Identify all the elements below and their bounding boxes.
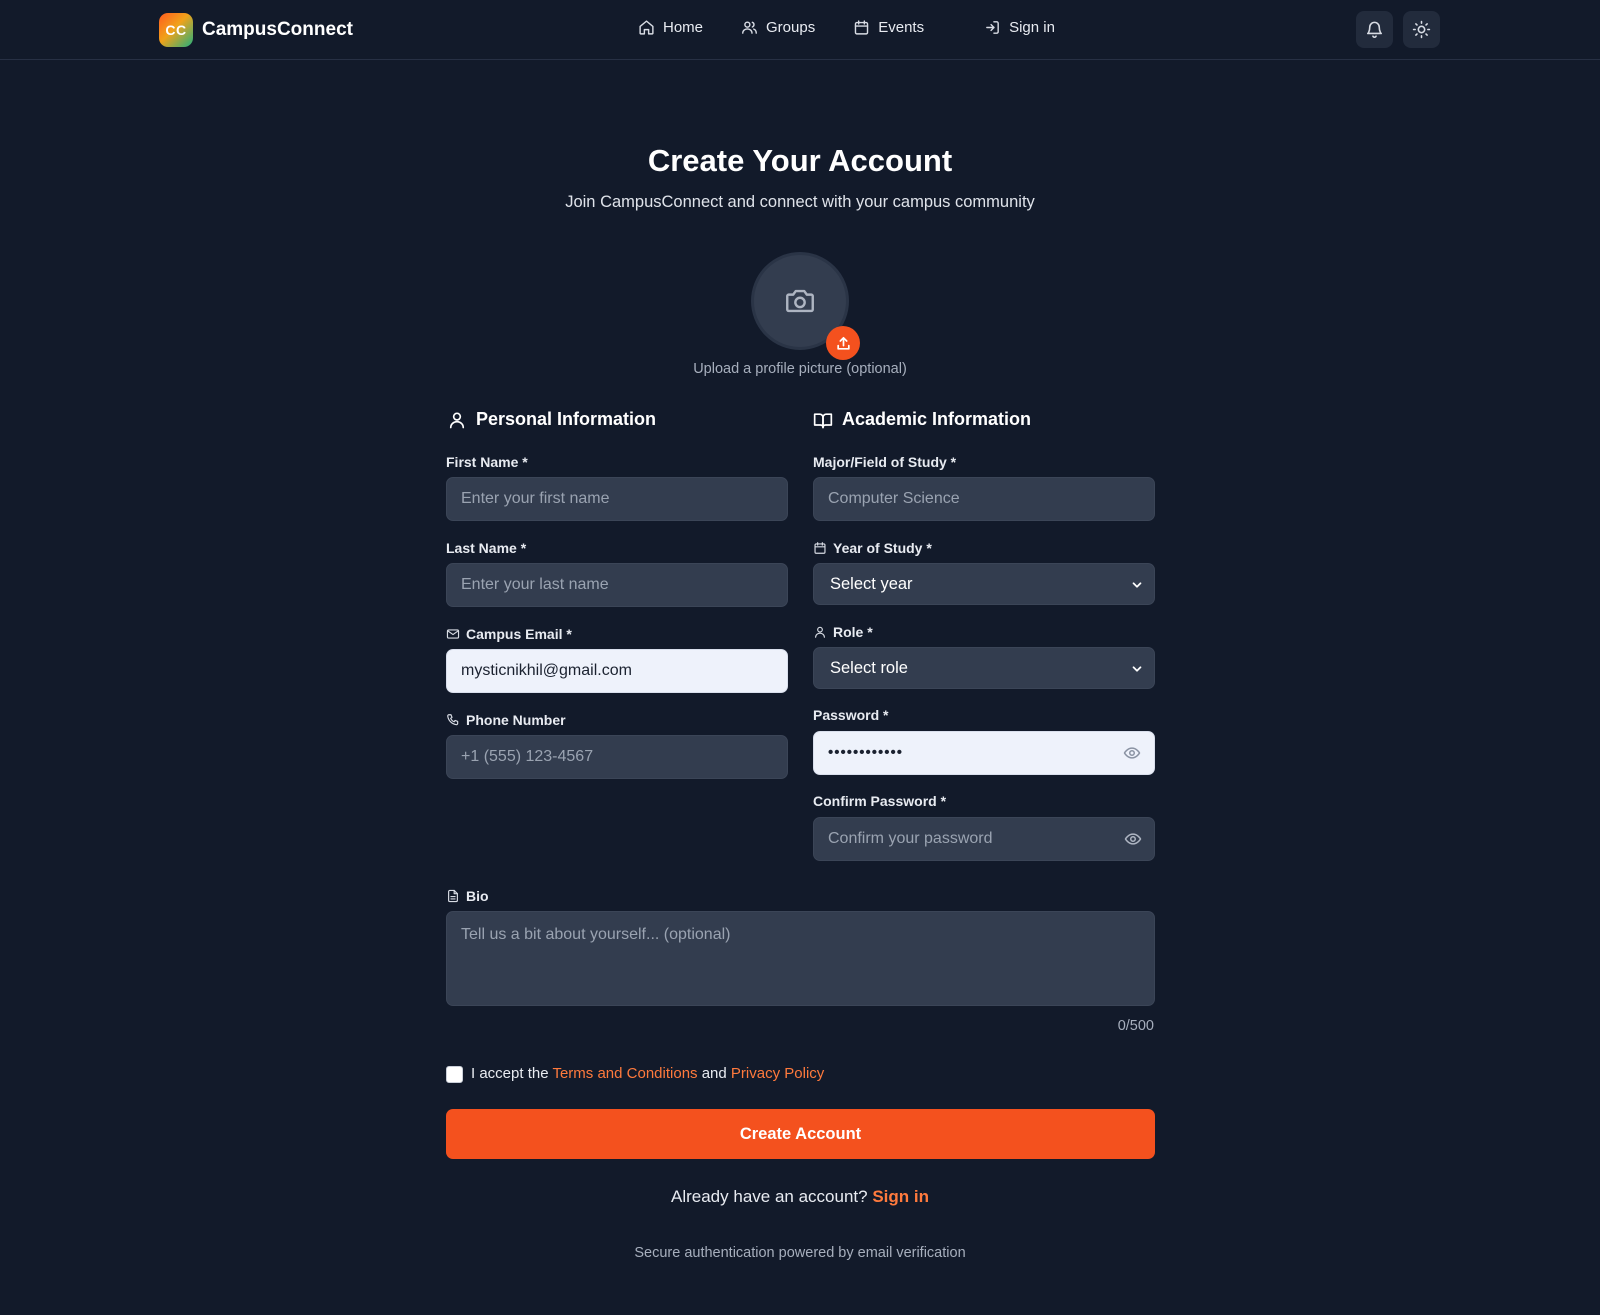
password-input[interactable]: •••••••••••• xyxy=(813,731,1155,775)
confirm-password-label: Confirm Password * xyxy=(813,793,947,809)
nav-events[interactable]: Events xyxy=(853,19,924,36)
bio-textarea[interactable] xyxy=(446,911,1155,1006)
calendar-icon xyxy=(814,542,826,554)
nav-sign-in-label: Sign in xyxy=(1009,19,1055,36)
sign-in-icon xyxy=(986,21,999,34)
nav-groups[interactable]: Groups xyxy=(741,19,815,36)
privacy-policy-link[interactable]: Privacy Policy xyxy=(731,1065,824,1082)
terms-and-conditions-link[interactable]: Terms and Conditions xyxy=(552,1065,697,1082)
phone-number-input[interactable] xyxy=(446,735,788,779)
chevron-down-icon xyxy=(1132,666,1142,672)
book-open-icon xyxy=(813,412,833,428)
confirm-password-input[interactable] xyxy=(813,817,1155,861)
document-icon xyxy=(448,889,458,903)
last-name-input[interactable] xyxy=(446,563,788,607)
sun-icon xyxy=(1412,20,1431,39)
home-icon xyxy=(639,20,654,35)
bio-label: Bio xyxy=(446,888,489,904)
nav-events-label: Events xyxy=(878,19,925,36)
sign-in-prompt: Already have an account? Sign in xyxy=(0,1187,1600,1207)
personal-information-heading: Personal Information xyxy=(447,409,656,430)
upload-photo-button[interactable] xyxy=(826,326,860,360)
major-input[interactable] xyxy=(813,477,1155,521)
terms-text: I accept the Terms and Conditions and Pr… xyxy=(471,1065,824,1082)
eye-icon[interactable] xyxy=(1123,744,1141,762)
page-subtitle: Join CampusConnect and connect with your… xyxy=(565,193,1035,211)
major-label: Major/Field of Study * xyxy=(813,454,957,470)
bio-character-counter: 0/500 xyxy=(1117,1018,1154,1034)
theme-toggle-button[interactable] xyxy=(1403,11,1440,48)
brand-name: CampusConnect xyxy=(202,19,353,40)
role-label: Role * xyxy=(813,624,873,640)
bio-label-text: Bio xyxy=(466,888,489,904)
calendar-icon xyxy=(854,20,869,35)
phone-icon xyxy=(447,714,459,726)
avatar-caption: Upload a profile picture (optional) xyxy=(693,361,907,377)
camera-icon xyxy=(786,289,814,313)
sign-in-link[interactable]: Sign in xyxy=(872,1187,929,1206)
first-name-label: First Name * xyxy=(446,454,528,470)
password-masked-value: •••••••••••• xyxy=(828,744,904,761)
role-label-text: Role * xyxy=(833,624,873,640)
phone-number-label: Phone Number xyxy=(446,712,566,728)
user-icon xyxy=(449,412,465,428)
create-account-button[interactable]: Create Account xyxy=(446,1109,1155,1159)
upload-icon xyxy=(836,336,850,350)
terms-prefix: I accept the xyxy=(471,1065,549,1082)
users-icon xyxy=(742,21,757,34)
year-of-study-selected: Select year xyxy=(830,574,913,593)
mail-icon xyxy=(446,629,460,639)
campus-email-label: Campus Email * xyxy=(446,626,572,642)
user-icon xyxy=(815,626,825,638)
brand-logo: CC xyxy=(159,13,193,47)
top-navigation-bar: CC CampusConnect Home Groups Events Sign… xyxy=(0,0,1600,60)
personal-information-title: Personal Information xyxy=(476,409,657,429)
nav-groups-label: Groups xyxy=(766,19,816,36)
phone-number-label-text: Phone Number xyxy=(466,712,566,728)
last-name-label: Last Name * xyxy=(446,540,527,556)
chevron-down-icon xyxy=(1132,582,1142,588)
campus-email-input[interactable] xyxy=(446,649,788,693)
bell-icon xyxy=(1366,21,1383,39)
sign-in-prompt-text: Already have an account? xyxy=(671,1187,868,1206)
terms-checkbox[interactable] xyxy=(446,1066,463,1083)
terms-middle: and xyxy=(701,1065,727,1082)
campus-email-label-text: Campus Email * xyxy=(466,626,572,642)
brand[interactable]: CC CampusConnect xyxy=(159,13,353,47)
first-name-input[interactable] xyxy=(446,477,788,521)
eye-icon[interactable] xyxy=(1124,830,1142,848)
security-footnote: Secure authentication powered by email v… xyxy=(634,1245,966,1261)
nav-home-label: Home xyxy=(663,19,704,36)
nav-sign-in[interactable]: Sign in xyxy=(984,19,1055,36)
page-title: Create Your Account xyxy=(647,143,953,178)
academic-information-title: Academic Information xyxy=(842,409,1032,429)
main-nav: Home Groups Events Sign in xyxy=(638,19,1055,36)
role-selected: Select role xyxy=(830,658,908,677)
role-select[interactable]: Select role xyxy=(813,647,1155,689)
year-of-study-label: Year of Study * xyxy=(813,540,932,556)
year-of-study-label-text: Year of Study * xyxy=(833,540,932,556)
year-of-study-select[interactable]: Select year xyxy=(813,563,1155,605)
password-label: Password * xyxy=(813,707,889,723)
notifications-button[interactable] xyxy=(1356,11,1393,48)
academic-information-heading: Academic Information xyxy=(813,409,1031,430)
nav-home[interactable]: Home xyxy=(638,19,703,36)
